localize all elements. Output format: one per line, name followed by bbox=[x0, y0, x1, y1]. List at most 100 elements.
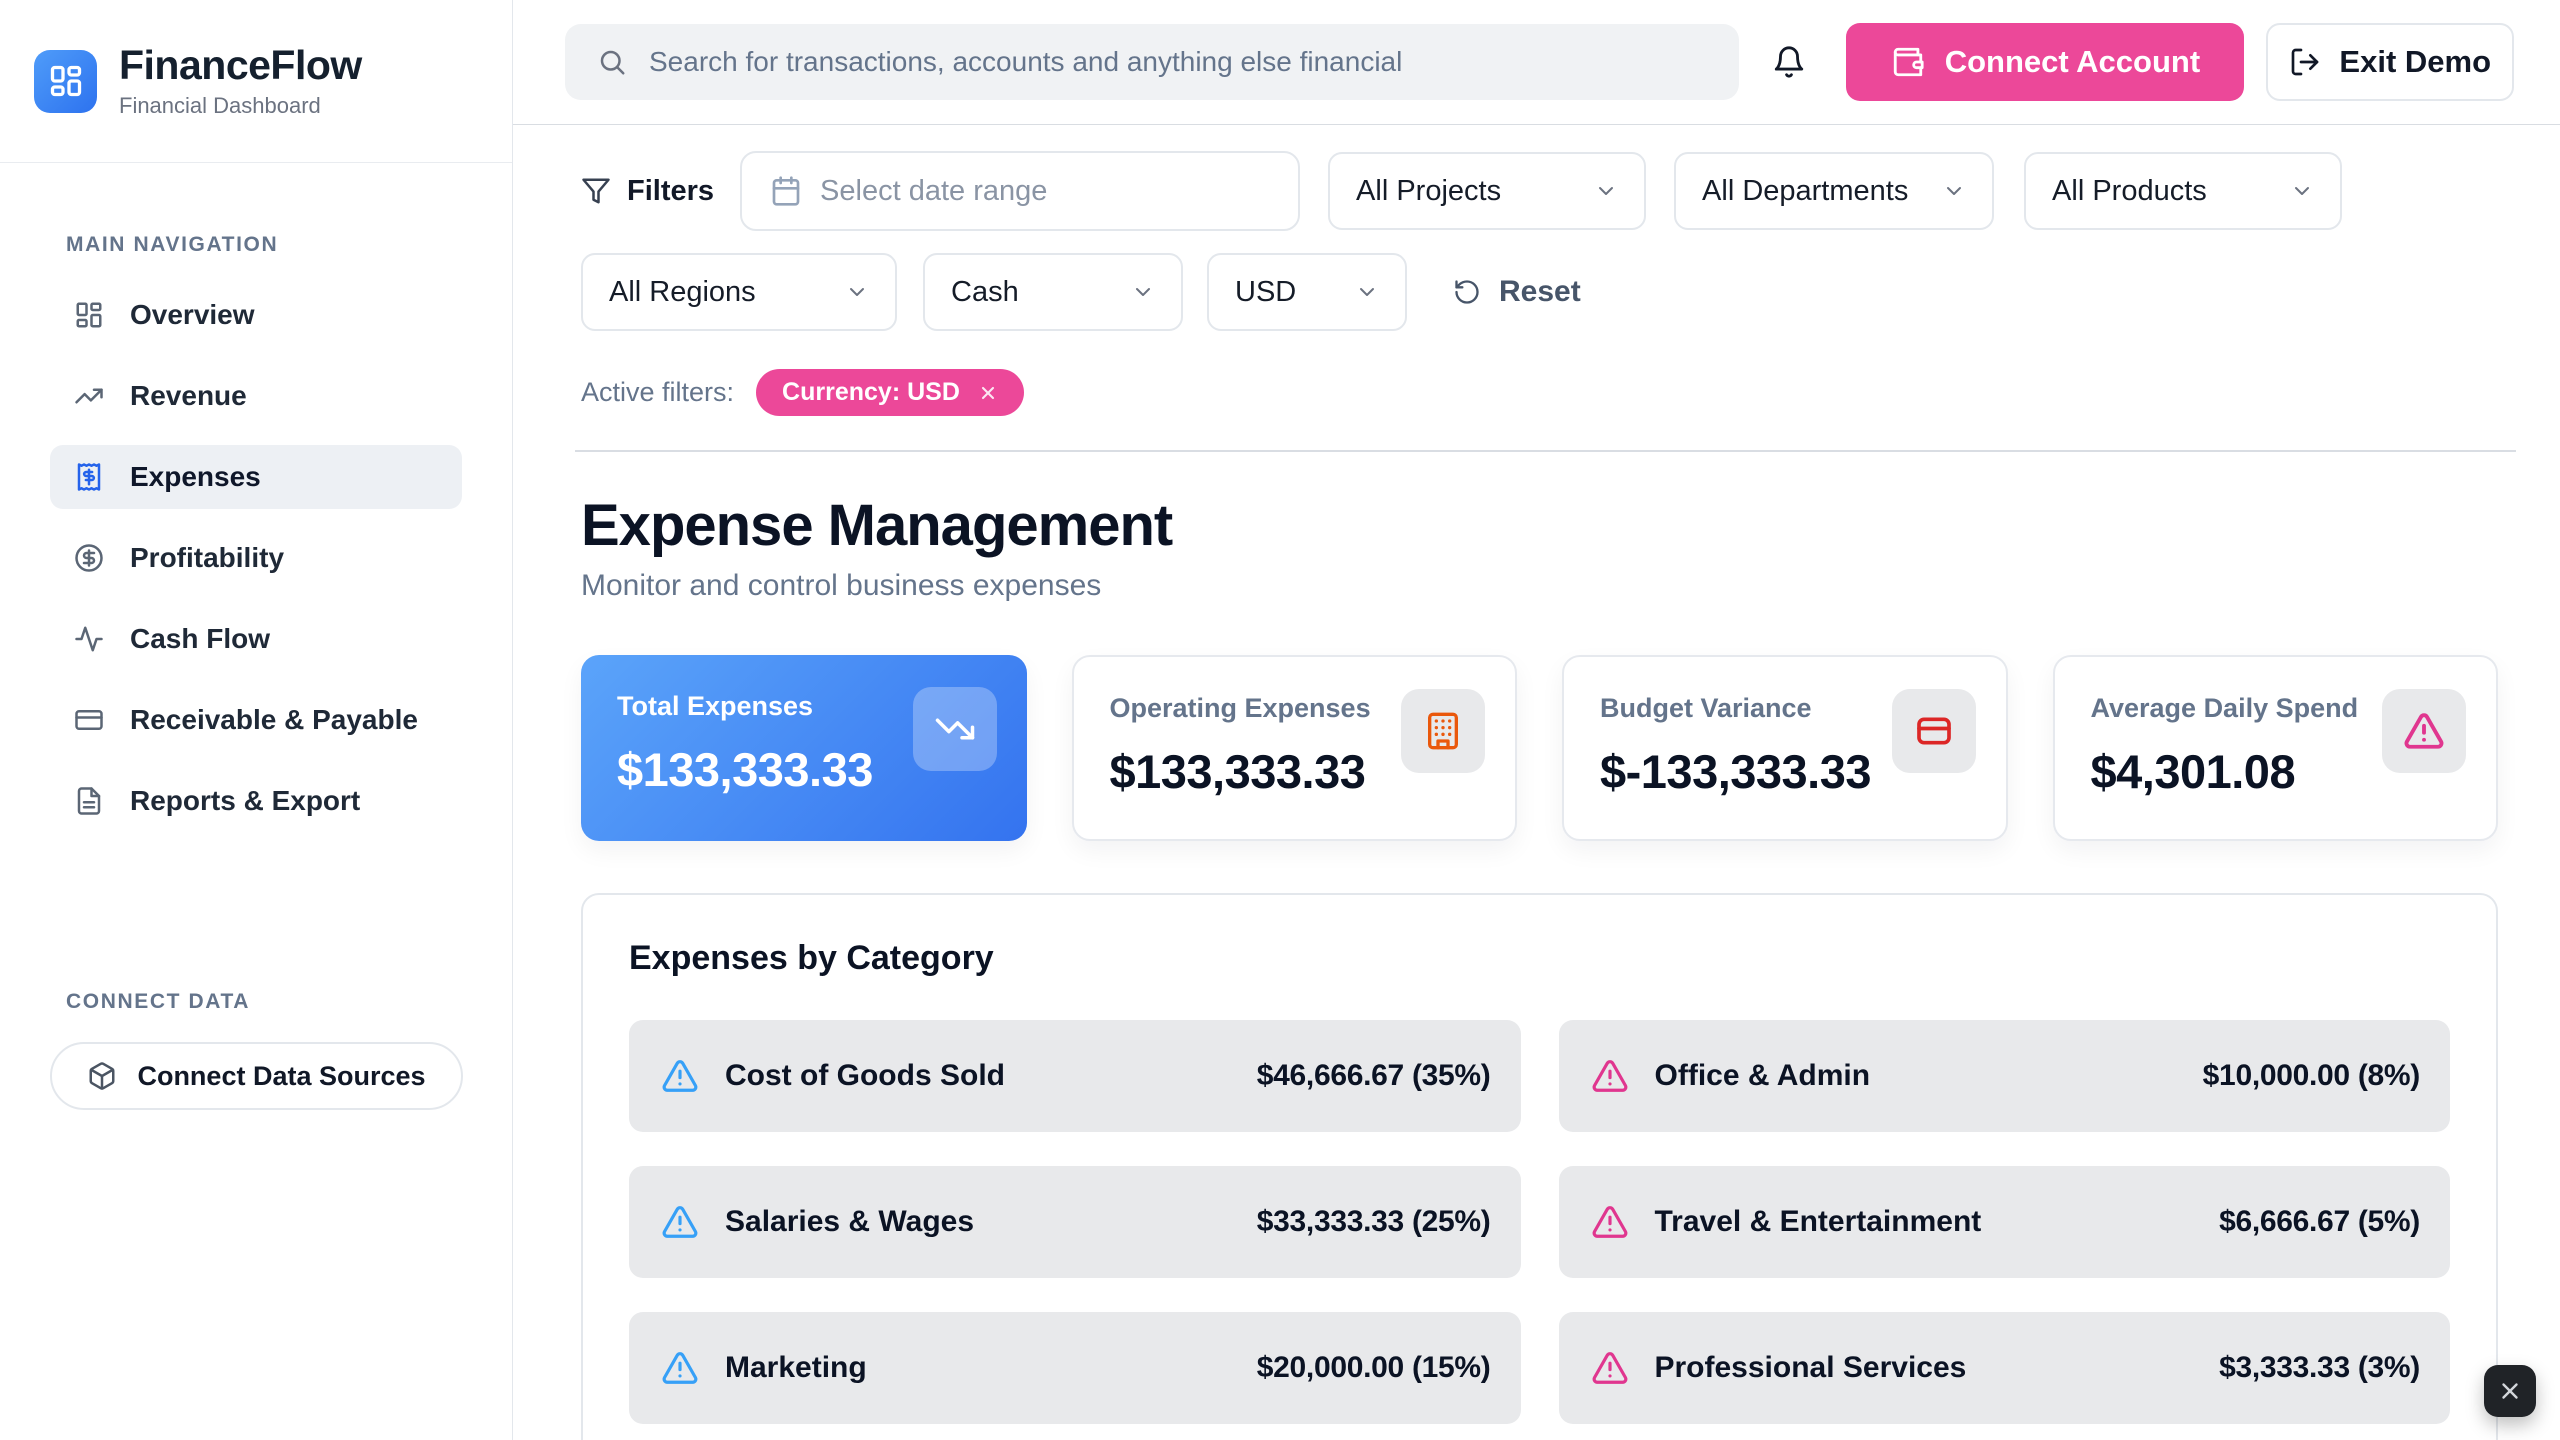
date-range-field[interactable] bbox=[740, 151, 1300, 231]
category-row-professional-services: Professional Services $3,333.33 (3%) bbox=[1559, 1312, 2451, 1424]
sidebar-item-label: Profitability bbox=[130, 542, 284, 574]
category-value: $10,000.00 (8%) bbox=[2203, 1059, 2420, 1093]
credit-card-icon bbox=[1892, 689, 1976, 773]
category-name: Salaries & Wages bbox=[725, 1205, 974, 1239]
alert-triangle-icon bbox=[661, 1349, 699, 1387]
wallet-icon bbox=[1891, 45, 1925, 79]
activity-icon bbox=[74, 624, 104, 654]
log-out-icon bbox=[2289, 46, 2321, 78]
sidebar-item-expenses[interactable]: Expenses bbox=[50, 445, 462, 509]
payment-method-select[interactable]: Cash bbox=[923, 253, 1183, 331]
stat-card-budget-variance[interactable]: Budget Variance $-133,333.33 bbox=[1562, 655, 2008, 841]
box-icon bbox=[87, 1061, 117, 1091]
main-navigation: Overview Revenue Expenses Profitability … bbox=[50, 283, 462, 833]
filters-label: Filters bbox=[627, 175, 714, 208]
connect-account-label: Connect Account bbox=[1945, 44, 2200, 80]
departments-select-value: All Departments bbox=[1702, 175, 1908, 208]
stat-card-average-daily-spend[interactable]: Average Daily Spend $4,301.08 bbox=[2053, 655, 2499, 841]
sidebar-item-revenue[interactable]: Revenue bbox=[50, 364, 462, 428]
connect-section-label: CONNECT DATA bbox=[0, 990, 512, 1014]
alert-triangle-icon bbox=[661, 1057, 699, 1095]
currency-select[interactable]: USD bbox=[1207, 253, 1407, 331]
overlay-close-button[interactable] bbox=[2484, 1365, 2536, 1417]
trending-up-icon bbox=[74, 381, 104, 411]
category-value: $33,333.33 (25%) bbox=[1257, 1205, 1491, 1239]
category-value: $46,666.67 (35%) bbox=[1257, 1059, 1491, 1093]
products-select-value: All Products bbox=[2052, 175, 2207, 208]
notifications-button[interactable] bbox=[1767, 40, 1811, 84]
category-list: Cost of Goods Sold $46,666.67 (35%) Offi… bbox=[629, 1020, 2450, 1424]
reset-filters-button[interactable]: Reset bbox=[1453, 275, 1581, 309]
x-icon[interactable] bbox=[978, 383, 998, 403]
app-tagline: Financial Dashboard bbox=[119, 93, 362, 119]
building-icon bbox=[1401, 689, 1485, 773]
stat-card-total-expenses[interactable]: Total Expenses $133,333.33 bbox=[581, 655, 1027, 841]
category-name: Cost of Goods Sold bbox=[725, 1059, 1005, 1093]
regions-select[interactable]: All Regions bbox=[581, 253, 897, 331]
content: Filters All Projects All Departments All… bbox=[513, 125, 2560, 1440]
alert-triangle-icon bbox=[2382, 689, 2466, 773]
chevron-down-icon bbox=[2290, 179, 2314, 203]
category-row-marketing: Marketing $20,000.00 (15%) bbox=[629, 1312, 1521, 1424]
sidebar-item-reports-export[interactable]: Reports & Export bbox=[50, 769, 462, 833]
category-value: $6,666.67 (5%) bbox=[2219, 1205, 2420, 1239]
section-divider bbox=[575, 450, 2516, 452]
sidebar-item-cash-flow[interactable]: Cash Flow bbox=[50, 607, 462, 671]
exit-demo-button[interactable]: Exit Demo bbox=[2266, 23, 2514, 101]
rotate-ccw-icon bbox=[1453, 278, 1481, 306]
bell-icon bbox=[1772, 45, 1806, 79]
date-range-input[interactable] bbox=[820, 175, 1270, 208]
alert-triangle-icon bbox=[661, 1203, 699, 1241]
main-area: Connect Account Exit Demo Filters All bbox=[513, 0, 2560, 1440]
chevron-down-icon bbox=[1131, 280, 1155, 304]
connect-data-sources-button[interactable]: Connect Data Sources bbox=[50, 1042, 463, 1110]
category-value: $20,000.00 (15%) bbox=[1257, 1351, 1491, 1385]
credit-card-icon bbox=[74, 705, 104, 735]
payment-method-select-value: Cash bbox=[951, 276, 1019, 309]
projects-select-value: All Projects bbox=[1356, 175, 1501, 208]
close-icon bbox=[2497, 1378, 2523, 1404]
sidebar-item-profitability[interactable]: Profitability bbox=[50, 526, 462, 590]
sidebar-item-label: Overview bbox=[130, 299, 255, 331]
alert-triangle-icon bbox=[1591, 1203, 1629, 1241]
connect-data-sources-label: Connect Data Sources bbox=[137, 1061, 425, 1092]
global-search bbox=[565, 24, 1739, 100]
receipt-icon bbox=[74, 462, 104, 492]
departments-select[interactable]: All Departments bbox=[1674, 152, 1994, 230]
products-select[interactable]: All Products bbox=[2024, 152, 2342, 230]
regions-select-value: All Regions bbox=[609, 276, 756, 309]
connect-account-button[interactable]: Connect Account bbox=[1846, 23, 2244, 101]
sidebar-item-label: Cash Flow bbox=[130, 623, 270, 655]
file-text-icon bbox=[74, 786, 104, 816]
category-row-travel-entertainment: Travel & Entertainment $6,666.67 (5%) bbox=[1559, 1166, 2451, 1278]
active-filters-label: Active filters: bbox=[581, 377, 734, 408]
page-title: Expense Management bbox=[581, 492, 2498, 559]
alert-triangle-icon bbox=[1591, 1057, 1629, 1095]
category-name: Office & Admin bbox=[1655, 1059, 1871, 1093]
chevron-down-icon bbox=[1942, 179, 1966, 203]
funnel-icon bbox=[581, 176, 611, 206]
alert-triangle-icon bbox=[1591, 1349, 1629, 1387]
category-name: Professional Services bbox=[1655, 1351, 1967, 1385]
active-filter-chip-currency[interactable]: Currency: USD bbox=[756, 369, 1024, 416]
projects-select[interactable]: All Projects bbox=[1328, 152, 1646, 230]
sidebar-item-receivable-payable[interactable]: Receivable & Payable bbox=[50, 688, 462, 752]
sidebar-item-label: Receivable & Payable bbox=[130, 704, 418, 736]
search-icon bbox=[597, 47, 627, 77]
search-input[interactable] bbox=[649, 46, 1707, 78]
sidebar-item-label: Expenses bbox=[130, 461, 261, 493]
nav-section-label: MAIN NAVIGATION bbox=[0, 233, 512, 257]
expenses-by-category-panel: Expenses by Category Cost of Goods Sold … bbox=[581, 893, 2498, 1440]
sidebar-item-label: Reports & Export bbox=[130, 785, 360, 817]
filters-heading: Filters bbox=[581, 175, 714, 208]
reset-label: Reset bbox=[1499, 275, 1581, 309]
calendar-icon bbox=[770, 175, 802, 207]
sidebar-item-overview[interactable]: Overview bbox=[50, 283, 462, 347]
trending-down-icon bbox=[913, 687, 997, 771]
app-title: FinanceFlow bbox=[119, 43, 362, 88]
circle-dollar-icon bbox=[74, 543, 104, 573]
panel-title: Expenses by Category bbox=[629, 939, 2450, 978]
category-name: Marketing bbox=[725, 1351, 867, 1385]
topbar: Connect Account Exit Demo bbox=[513, 0, 2560, 125]
stat-card-operating-expenses[interactable]: Operating Expenses $133,333.33 bbox=[1072, 655, 1518, 841]
